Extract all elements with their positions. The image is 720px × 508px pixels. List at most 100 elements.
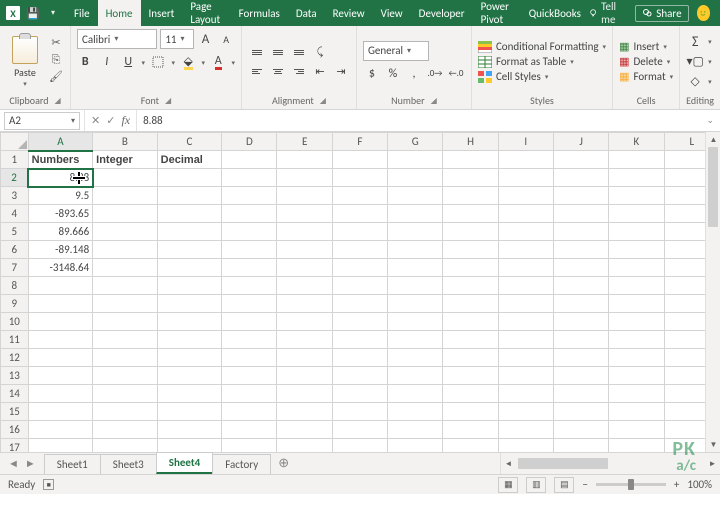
macro-record-icon[interactable]: ■ <box>43 479 54 490</box>
cell-G16[interactable] <box>388 421 443 439</box>
cell-H17[interactable] <box>443 439 498 453</box>
scroll-down-button[interactable]: ▼ <box>706 437 720 452</box>
cell-I16[interactable] <box>498 421 553 439</box>
cell-C3[interactable] <box>157 187 222 205</box>
scroll-left-button[interactable]: ◄ <box>501 456 516 471</box>
cell-D5[interactable] <box>222 223 277 241</box>
cell-K3[interactable] <box>609 187 664 205</box>
cell-H6[interactable] <box>443 241 498 259</box>
sheet-nav-next-button[interactable]: ► <box>25 457 36 470</box>
expand-formula-bar-button[interactable]: ⌄ <box>700 115 720 126</box>
cell-I15[interactable] <box>498 403 553 421</box>
cell-styles-button[interactable]: Cell Styles▾ <box>478 70 606 83</box>
select-all-cell[interactable] <box>1 133 29 151</box>
cell-D2[interactable] <box>222 169 277 187</box>
sheet-tab-sheet4[interactable]: Sheet4 <box>156 452 214 474</box>
number-dialog-launcher[interactable]: ◢ <box>431 96 437 106</box>
chevron-down-icon[interactable]: ▾ <box>141 58 145 67</box>
increase-indent-button[interactable]: ⇥ <box>332 63 350 79</box>
cell-I4[interactable] <box>498 205 553 223</box>
cell-G12[interactable] <box>388 349 443 367</box>
cell-A8[interactable] <box>28 277 93 295</box>
cell-F3[interactable] <box>332 187 387 205</box>
cell-J15[interactable] <box>553 403 608 421</box>
cell-C5[interactable] <box>157 223 222 241</box>
paste-button[interactable]: Paste ▾ <box>6 36 44 88</box>
cell-G4[interactable] <box>388 205 443 223</box>
cell-I11[interactable] <box>498 331 553 349</box>
cell-K2[interactable] <box>609 169 664 187</box>
cell-D10[interactable] <box>222 313 277 331</box>
number-format-combo[interactable]: General▾ <box>363 41 429 61</box>
share-button[interactable]: Share <box>635 5 688 22</box>
row-header-11[interactable]: 11 <box>1 331 29 349</box>
user-avatar[interactable] <box>697 5 710 21</box>
cell-K10[interactable] <box>609 313 664 331</box>
cell-K11[interactable] <box>609 331 664 349</box>
cell-J6[interactable] <box>553 241 608 259</box>
cell-B3[interactable] <box>93 187 158 205</box>
cell-B9[interactable] <box>93 295 158 313</box>
cell-F15[interactable] <box>332 403 387 421</box>
cell-I14[interactable] <box>498 385 553 403</box>
align-center-button[interactable] <box>269 63 287 79</box>
column-header-G[interactable]: G <box>388 133 443 151</box>
cell-F5[interactable] <box>332 223 387 241</box>
comma-format-button[interactable]: , <box>405 65 423 83</box>
cell-D14[interactable] <box>222 385 277 403</box>
cell-C8[interactable] <box>157 277 222 295</box>
cell-E6[interactable] <box>277 241 332 259</box>
cell-J7[interactable] <box>553 259 608 277</box>
cell-A3[interactable]: 9.5 <box>28 187 93 205</box>
accounting-format-button[interactable]: $ <box>363 65 381 83</box>
delete-cells-button[interactable]: ▦Delete▾ <box>619 55 673 68</box>
row-header-7[interactable]: 7 <box>1 259 29 277</box>
cell-E8[interactable] <box>277 277 332 295</box>
cell-A9[interactable] <box>28 295 93 313</box>
increase-font-button[interactable]: A <box>197 30 215 48</box>
cell-E2[interactable] <box>277 169 332 187</box>
cell-C13[interactable] <box>157 367 222 385</box>
font-dialog-launcher[interactable]: ◢ <box>165 96 171 106</box>
cell-B15[interactable] <box>93 403 158 421</box>
chevron-down-icon[interactable]: ▾ <box>708 57 712 66</box>
worksheet-grid[interactable]: ABCDEFGHIJKL1 Numbers Integer Decimal28.… <box>0 132 720 452</box>
cell-D15[interactable] <box>222 403 277 421</box>
column-header-B[interactable]: B <box>93 133 158 151</box>
column-header-C[interactable]: C <box>157 133 222 151</box>
horizontal-scroll-thumb[interactable] <box>518 458 608 469</box>
cell-K8[interactable] <box>609 277 664 295</box>
cell-H12[interactable] <box>443 349 498 367</box>
cell-J10[interactable] <box>553 313 608 331</box>
cell-H11[interactable] <box>443 331 498 349</box>
fill-button[interactable]: ▾▢ <box>686 53 704 71</box>
cell-J14[interactable] <box>553 385 608 403</box>
cell-E5[interactable] <box>277 223 332 241</box>
qat-dropdown-icon[interactable]: ▾ <box>46 6 60 20</box>
column-header-A[interactable]: A <box>28 133 93 151</box>
copy-button[interactable]: ⎘ <box>48 53 64 67</box>
row-header-3[interactable]: 3 <box>1 187 29 205</box>
cell-E14[interactable] <box>277 385 332 403</box>
cell-G6[interactable] <box>388 241 443 259</box>
cell-K17[interactable] <box>609 439 664 453</box>
cell-A15[interactable] <box>28 403 93 421</box>
cell-G7[interactable] <box>388 259 443 277</box>
sheet-tab-factory[interactable]: Factory <box>212 454 271 474</box>
scroll-up-button[interactable]: ▲ <box>706 132 720 147</box>
cell-J8[interactable] <box>553 277 608 295</box>
new-sheet-button[interactable]: ⊕ <box>270 453 297 474</box>
cell-B5[interactable] <box>93 223 158 241</box>
clipboard-dialog-launcher[interactable]: ◢ <box>54 96 60 106</box>
cell-B8[interactable] <box>93 277 158 295</box>
cell-E17[interactable] <box>277 439 332 453</box>
cell-C1[interactable]: Decimal <box>157 151 222 169</box>
cell-A13[interactable] <box>28 367 93 385</box>
cell-I17[interactable] <box>498 439 553 453</box>
font-color-button[interactable]: A <box>210 53 226 71</box>
cell-D3[interactable] <box>222 187 277 205</box>
cell-H5[interactable] <box>443 223 498 241</box>
cell-F8[interactable] <box>332 277 387 295</box>
align-top-button[interactable] <box>248 44 266 60</box>
tab-home[interactable]: Home <box>98 0 141 26</box>
